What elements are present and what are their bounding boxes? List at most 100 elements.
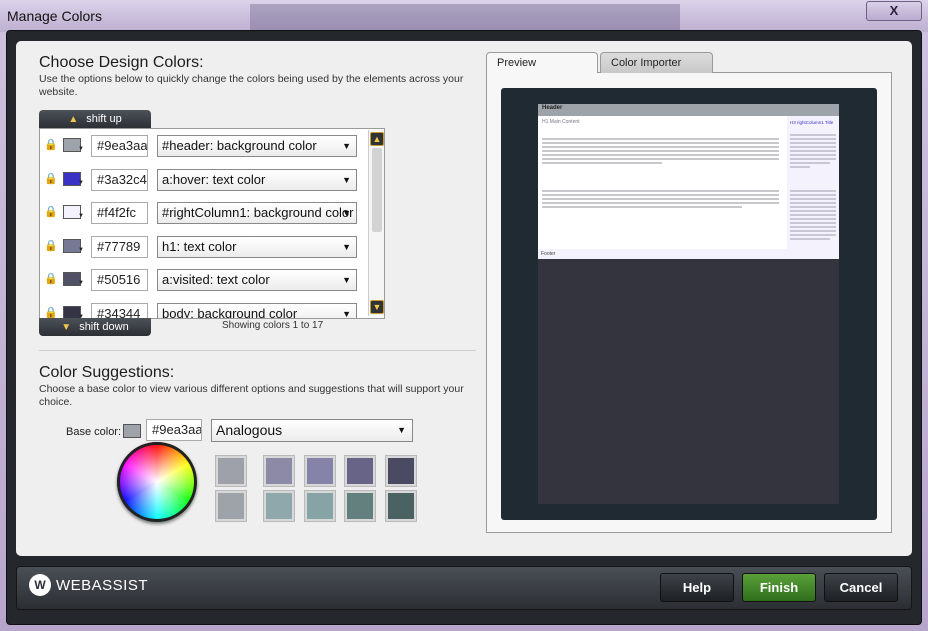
preview-side-text-line <box>790 202 836 204</box>
suggested-color-swatch[interactable] <box>263 455 295 487</box>
preview-text-line <box>542 142 779 144</box>
preview-side-text-line <box>790 134 836 136</box>
preview-footer-text: Footer <box>541 251 556 257</box>
hex-input[interactable]: #f4f2fc <box>91 202 148 225</box>
preview-header <box>538 104 839 116</box>
suggested-color-swatch[interactable] <box>344 455 376 487</box>
lock-icon[interactable]: 🔒 <box>44 172 58 185</box>
window-titlebar <box>0 0 928 32</box>
suggested-color-swatch[interactable] <box>304 490 336 522</box>
preview-side-text-line <box>790 142 836 144</box>
target-select[interactable]: #rightColumn1: background color ▼ <box>157 202 357 225</box>
preview-text-line <box>542 206 742 208</box>
preview-text-line <box>542 150 779 152</box>
preview-text-line <box>542 162 662 164</box>
target-select[interactable]: h1: text color ▼ <box>157 235 357 258</box>
color-wheel-border <box>117 442 197 522</box>
color-list: 🔒 ▼ #9ea3aa #header: background color ▼ 🔒… <box>39 128 385 319</box>
preview-side-text-line <box>790 222 836 224</box>
preview-side-text-line <box>790 154 836 156</box>
target-select-value: a:visited: text color <box>162 272 270 288</box>
preview-side-text-line <box>790 206 836 208</box>
background-window <box>250 4 680 32</box>
preview-text-line <box>542 198 779 200</box>
scroll-down-icon[interactable]: ▼ <box>370 300 384 314</box>
dropdown-arrow-icon: ▼ <box>342 141 351 151</box>
shift-down-button[interactable]: ▼ shift down <box>39 318 151 336</box>
preview-side-text-line <box>790 210 836 212</box>
preview-text-line <box>542 146 779 148</box>
preview-side-title: H3 rightColumn1 Title <box>790 120 834 125</box>
hex-input[interactable]: #34344 <box>91 303 148 318</box>
preview-side-text-line <box>790 214 836 216</box>
hex-input[interactable]: #9ea3aa <box>91 135 148 157</box>
scroll-thumb[interactable] <box>372 148 382 232</box>
preview-side-text-line <box>790 234 836 236</box>
tab-color-importer[interactable]: Color Importer <box>600 52 713 73</box>
close-button[interactable]: X <box>866 1 922 21</box>
target-select[interactable]: a:hover: text color ▼ <box>157 168 357 191</box>
preview-text-line <box>542 202 779 204</box>
lock-icon[interactable]: 🔒 <box>44 138 58 151</box>
preview-side-text-line <box>790 146 836 148</box>
finish-button[interactable]: Finish <box>742 573 816 602</box>
color-row: 🔒 ▼ #9ea3aa #header: background color ▼ <box>40 129 370 163</box>
tab-preview[interactable]: Preview <box>486 52 598 73</box>
suggested-color-swatch[interactable] <box>215 490 247 522</box>
dropdown-arrow-icon: ▼ <box>342 275 351 286</box>
preview-side-text-line <box>790 150 836 152</box>
shift-up-label: shift up <box>86 113 122 125</box>
color-list-scrollbar[interactable]: ▲ ▼ <box>368 130 384 316</box>
target-select-value: #rightColumn1: background color <box>162 205 354 221</box>
lock-icon[interactable]: 🔒 <box>44 272 58 285</box>
lock-icon[interactable]: 🔒 <box>44 205 58 218</box>
hex-input[interactable]: #77789 <box>91 235 148 258</box>
suggested-color-swatch[interactable] <box>385 455 417 487</box>
scheme-select[interactable]: Analogous ▼ <box>211 419 413 442</box>
window-title: Manage Colors <box>7 8 102 24</box>
design-description: Use the options below to quickly change … <box>39 73 464 98</box>
target-select[interactable]: a:visited: text color ▼ <box>157 269 357 292</box>
cancel-button[interactable]: Cancel <box>824 573 898 602</box>
suggested-color-swatch[interactable] <box>304 455 336 487</box>
caret-down-icon: ▼ <box>78 280 84 287</box>
color-row: 🔒 ▼ #77789 h1: text color ▼ <box>40 230 370 264</box>
preview-text-line <box>542 194 779 196</box>
triangle-up-icon: ▲ <box>68 114 79 125</box>
hex-input[interactable]: #3a32c4 <box>91 168 148 191</box>
dropdown-arrow-icon: ▼ <box>397 425 406 435</box>
preview-side-text-line <box>790 238 830 240</box>
dropdown-arrow-icon: ▼ <box>342 174 351 185</box>
hex-input[interactable]: #50516 <box>91 269 148 292</box>
webassist-logo-icon: W <box>29 574 51 596</box>
preview-side-text-line <box>790 230 836 232</box>
preview-side-text-line <box>790 162 830 164</box>
preview-side-text-line <box>790 158 836 160</box>
preview-side-text-line <box>790 138 836 140</box>
suggested-color-swatch[interactable] <box>215 455 247 487</box>
base-color-input[interactable]: #9ea3aa <box>146 419 202 441</box>
suggested-color-swatch[interactable] <box>344 490 376 522</box>
target-select-value: a:hover: text color <box>162 171 266 187</box>
color-row: 🔒 ▼ #50516 a:visited: text color ▼ <box>40 263 370 297</box>
target-select[interactable]: #header: background color ▼ <box>157 135 357 157</box>
suggestions-description: Choose a base color to view various diff… <box>39 383 464 408</box>
webassist-logo-text: WEBASSIST <box>56 577 149 594</box>
suggested-color-swatch[interactable] <box>385 490 417 522</box>
suggested-color-swatch[interactable] <box>263 490 295 522</box>
lock-icon[interactable]: 🔒 <box>44 239 58 252</box>
scheme-select-value: Analogous <box>216 422 283 438</box>
help-button[interactable]: Help <box>660 573 734 602</box>
caret-down-icon: ▼ <box>78 146 84 152</box>
dropdown-arrow-icon: ▼ <box>342 208 351 219</box>
base-color-swatch[interactable] <box>123 424 141 438</box>
shift-up-button[interactable]: ▲ shift up <box>39 110 151 128</box>
section-divider <box>39 350 476 351</box>
target-select[interactable]: body: background color ▼ <box>157 303 357 319</box>
target-select-value: #header: background color <box>162 138 317 153</box>
dropdown-arrow-icon: ▼ <box>342 309 351 319</box>
preview-header-text: Header <box>542 105 563 111</box>
scroll-up-icon[interactable]: ▲ <box>370 132 384 146</box>
suggestions-heading: Color Suggestions: <box>39 364 175 381</box>
showing-count: Showing colors 1 to 17 <box>222 320 324 331</box>
